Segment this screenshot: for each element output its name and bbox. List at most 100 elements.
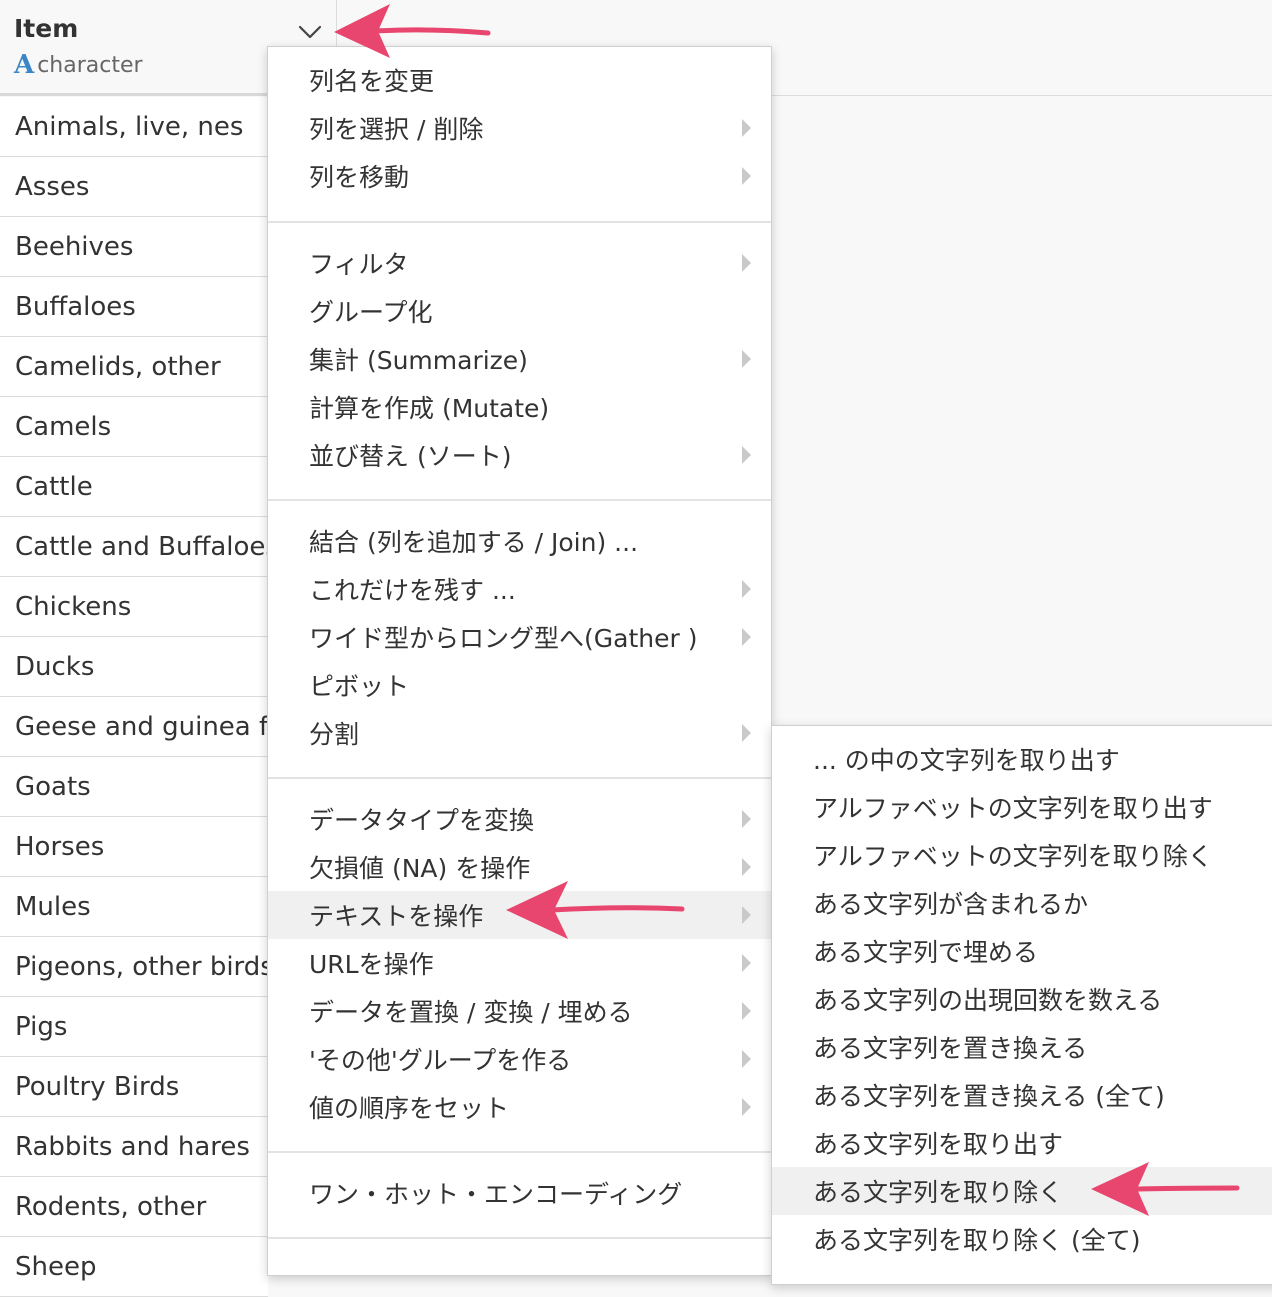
submenu-caret-icon — [742, 954, 751, 972]
column-type: A character — [14, 50, 143, 80]
menu-item-label: 計算を作成 (Mutate) — [309, 394, 550, 423]
menu-item-keep-only[interactable]: これだけを残す ... — [268, 565, 771, 613]
menu-divider — [268, 221, 771, 223]
column-name: Item — [14, 14, 79, 43]
menu-item-filter[interactable]: フィルタ — [268, 239, 771, 287]
menu-item-other-group[interactable]: 'その他'グループを作る — [268, 1035, 771, 1083]
submenu-item-remove-all[interactable]: ある文字列を取り除く (全て) — [772, 1215, 1272, 1263]
table-row: Ducks — [0, 637, 268, 697]
submenu-item-label: ある文字列を取り除く (全て) — [813, 1226, 1141, 1255]
submenu-item-extract[interactable]: ある文字列を取り出す — [772, 1119, 1272, 1167]
submenu-caret-icon — [742, 724, 751, 742]
menu-item-sort[interactable]: 並び替え (ソート) — [268, 431, 771, 479]
submenu-item-remove[interactable]: ある文字列を取り除く — [772, 1167, 1272, 1215]
menu-item-label: 列を移動 — [309, 163, 410, 192]
menu-item-label: ワン・ホット・エンコーディング — [309, 1180, 683, 1209]
menu-item-split[interactable]: 分割 — [268, 709, 771, 757]
menu-item-label: 値の順序をセット — [309, 1094, 510, 1123]
menu-item-label: これだけを残す ... — [309, 576, 516, 605]
menu-item-convert-type[interactable]: データタイプを変換 — [268, 795, 771, 843]
table-row: Camelids, other — [0, 337, 268, 397]
table-row: Asses — [0, 157, 268, 217]
menu-item-group[interactable]: グループ化 — [268, 287, 771, 335]
menu-item-move[interactable]: 列を移動 — [268, 152, 771, 200]
table-row: Camels — [0, 397, 268, 457]
table-row: Geese and guinea fowls — [0, 697, 268, 757]
table-row: Mules — [0, 877, 268, 937]
submenu-item-label: ある文字列で埋める — [813, 938, 1039, 967]
submenu-caret-icon — [742, 119, 751, 137]
data-rows: Animals, live, nes Asses Beehives Buffal… — [0, 97, 268, 1297]
submenu-item-contains[interactable]: ある文字列が含まれるか — [772, 879, 1272, 927]
menu-item-replace-convert-fill[interactable]: データを置換 / 変換 / 埋める — [268, 987, 771, 1035]
menu-item-join[interactable]: 結合 (列を追加する / Join) ... — [268, 517, 771, 565]
character-type-icon: A — [14, 50, 35, 80]
menu-item-label: データを置換 / 変換 / 埋める — [309, 998, 633, 1027]
menu-item-select-delete[interactable]: 列を選択 / 削除 — [268, 104, 771, 152]
menu-item-label: テキストを操作 — [309, 902, 484, 931]
submenu-item-count[interactable]: ある文字列の出現回数を数える — [772, 975, 1272, 1023]
table-row: Rodents, other — [0, 1177, 268, 1237]
menu-item-pivot[interactable]: ピボット — [268, 661, 771, 709]
table-row: Sheep — [0, 1237, 268, 1297]
table-row: Cattle and Buffaloes — [0, 517, 268, 577]
table-row: Horses — [0, 817, 268, 877]
table-row: Buffaloes — [0, 277, 268, 337]
submenu-caret-icon — [742, 628, 751, 646]
submenu-item-replace[interactable]: ある文字列を置き換える — [772, 1023, 1272, 1071]
menu-item-url-operations[interactable]: URLを操作 — [268, 939, 771, 987]
submenu-item-pad[interactable]: ある文字列で埋める — [772, 927, 1272, 975]
menu-item-gather[interactable]: ワイド型からロング型へ(Gather ) — [268, 613, 771, 661]
chevron-down-icon[interactable] — [296, 18, 324, 46]
menu-item-label: ワイド型からロング型へ(Gather ) — [309, 624, 698, 653]
submenu-caret-icon — [742, 580, 751, 598]
submenu-caret-icon — [742, 1050, 751, 1068]
submenu-item-label: ... の中の文字列を取り出す — [813, 746, 1120, 775]
menu-item-mutate[interactable]: 計算を作成 (Mutate) — [268, 383, 771, 431]
submenu-caret-icon — [742, 446, 751, 464]
submenu-item-label: アルファベットの文字列を取り出す — [813, 794, 1213, 823]
menu-item-label: 分割 — [309, 720, 360, 749]
menu-item-one-hot-encoding[interactable]: ワン・ホット・エンコーディング — [268, 1169, 771, 1217]
submenu-caret-icon — [742, 858, 751, 876]
table-row: Rabbits and hares — [0, 1117, 268, 1177]
submenu-item-extract-inside[interactable]: ... の中の文字列を取り出す — [772, 735, 1272, 783]
submenu-item-label: ある文字列を置き換える — [813, 1034, 1088, 1063]
submenu-item-replace-all[interactable]: ある文字列を置き換える (全て) — [772, 1071, 1272, 1119]
menu-item-missing-values[interactable]: 欠損値 (NA) を操作 — [268, 843, 771, 891]
menu-item-label: 欠損値 (NA) を操作 — [309, 854, 531, 883]
table-row: Poultry Birds — [0, 1057, 268, 1117]
menu-item-label: グループ化 — [309, 298, 433, 327]
submenu-caret-icon — [742, 906, 751, 924]
table-row: Pigeons, other birds — [0, 937, 268, 997]
menu-item-label: フィルタ — [309, 250, 409, 279]
menu-item-label: 結合 (列を追加する / Join) ... — [309, 528, 639, 557]
menu-item-set-order[interactable]: 値の順序をセット — [268, 1083, 771, 1131]
table-row: Cattle — [0, 457, 268, 517]
submenu-item-remove-alphabet[interactable]: アルファベットの文字列を取り除く — [772, 831, 1272, 879]
menu-divider — [268, 499, 771, 501]
submenu-caret-icon — [742, 254, 751, 272]
menu-item-label: 'その他'グループを作る — [309, 1046, 572, 1075]
menu-item-label: 列を選択 / 削除 — [309, 115, 484, 144]
table-row: Beehives — [0, 217, 268, 277]
submenu-item-label: ある文字列を取り出す — [813, 1130, 1064, 1159]
submenu-caret-icon — [742, 1098, 751, 1116]
table-row: Animals, live, nes — [0, 97, 268, 157]
menu-item-label: 列名を変更 — [309, 67, 435, 96]
submenu-item-extract-alphabet[interactable]: アルファベットの文字列を取り出す — [772, 783, 1272, 831]
menu-item-label: 並び替え (ソート) — [309, 442, 512, 471]
submenu-caret-icon — [742, 1002, 751, 1020]
menu-item-label: データタイプを変換 — [309, 806, 535, 835]
menu-item-label: URLを操作 — [309, 950, 434, 979]
table-row: Goats — [0, 757, 268, 817]
submenu-item-label: ある文字列を取り除く — [813, 1178, 1064, 1207]
text-operations-submenu: ... の中の文字列を取り出す アルファベットの文字列を取り出す アルファベット… — [771, 725, 1272, 1285]
submenu-item-label: ある文字列が含まれるか — [813, 890, 1089, 919]
menu-item-rename[interactable]: 列名を変更 — [268, 56, 771, 104]
submenu-item-label: ある文字列を置き換える (全て) — [813, 1082, 1165, 1111]
menu-item-text-operations[interactable]: テキストを操作 — [268, 891, 771, 939]
menu-divider — [268, 1237, 771, 1239]
submenu-item-label: アルファベットの文字列を取り除く — [813, 842, 1213, 871]
menu-item-summarize[interactable]: 集計 (Summarize) — [268, 335, 771, 383]
